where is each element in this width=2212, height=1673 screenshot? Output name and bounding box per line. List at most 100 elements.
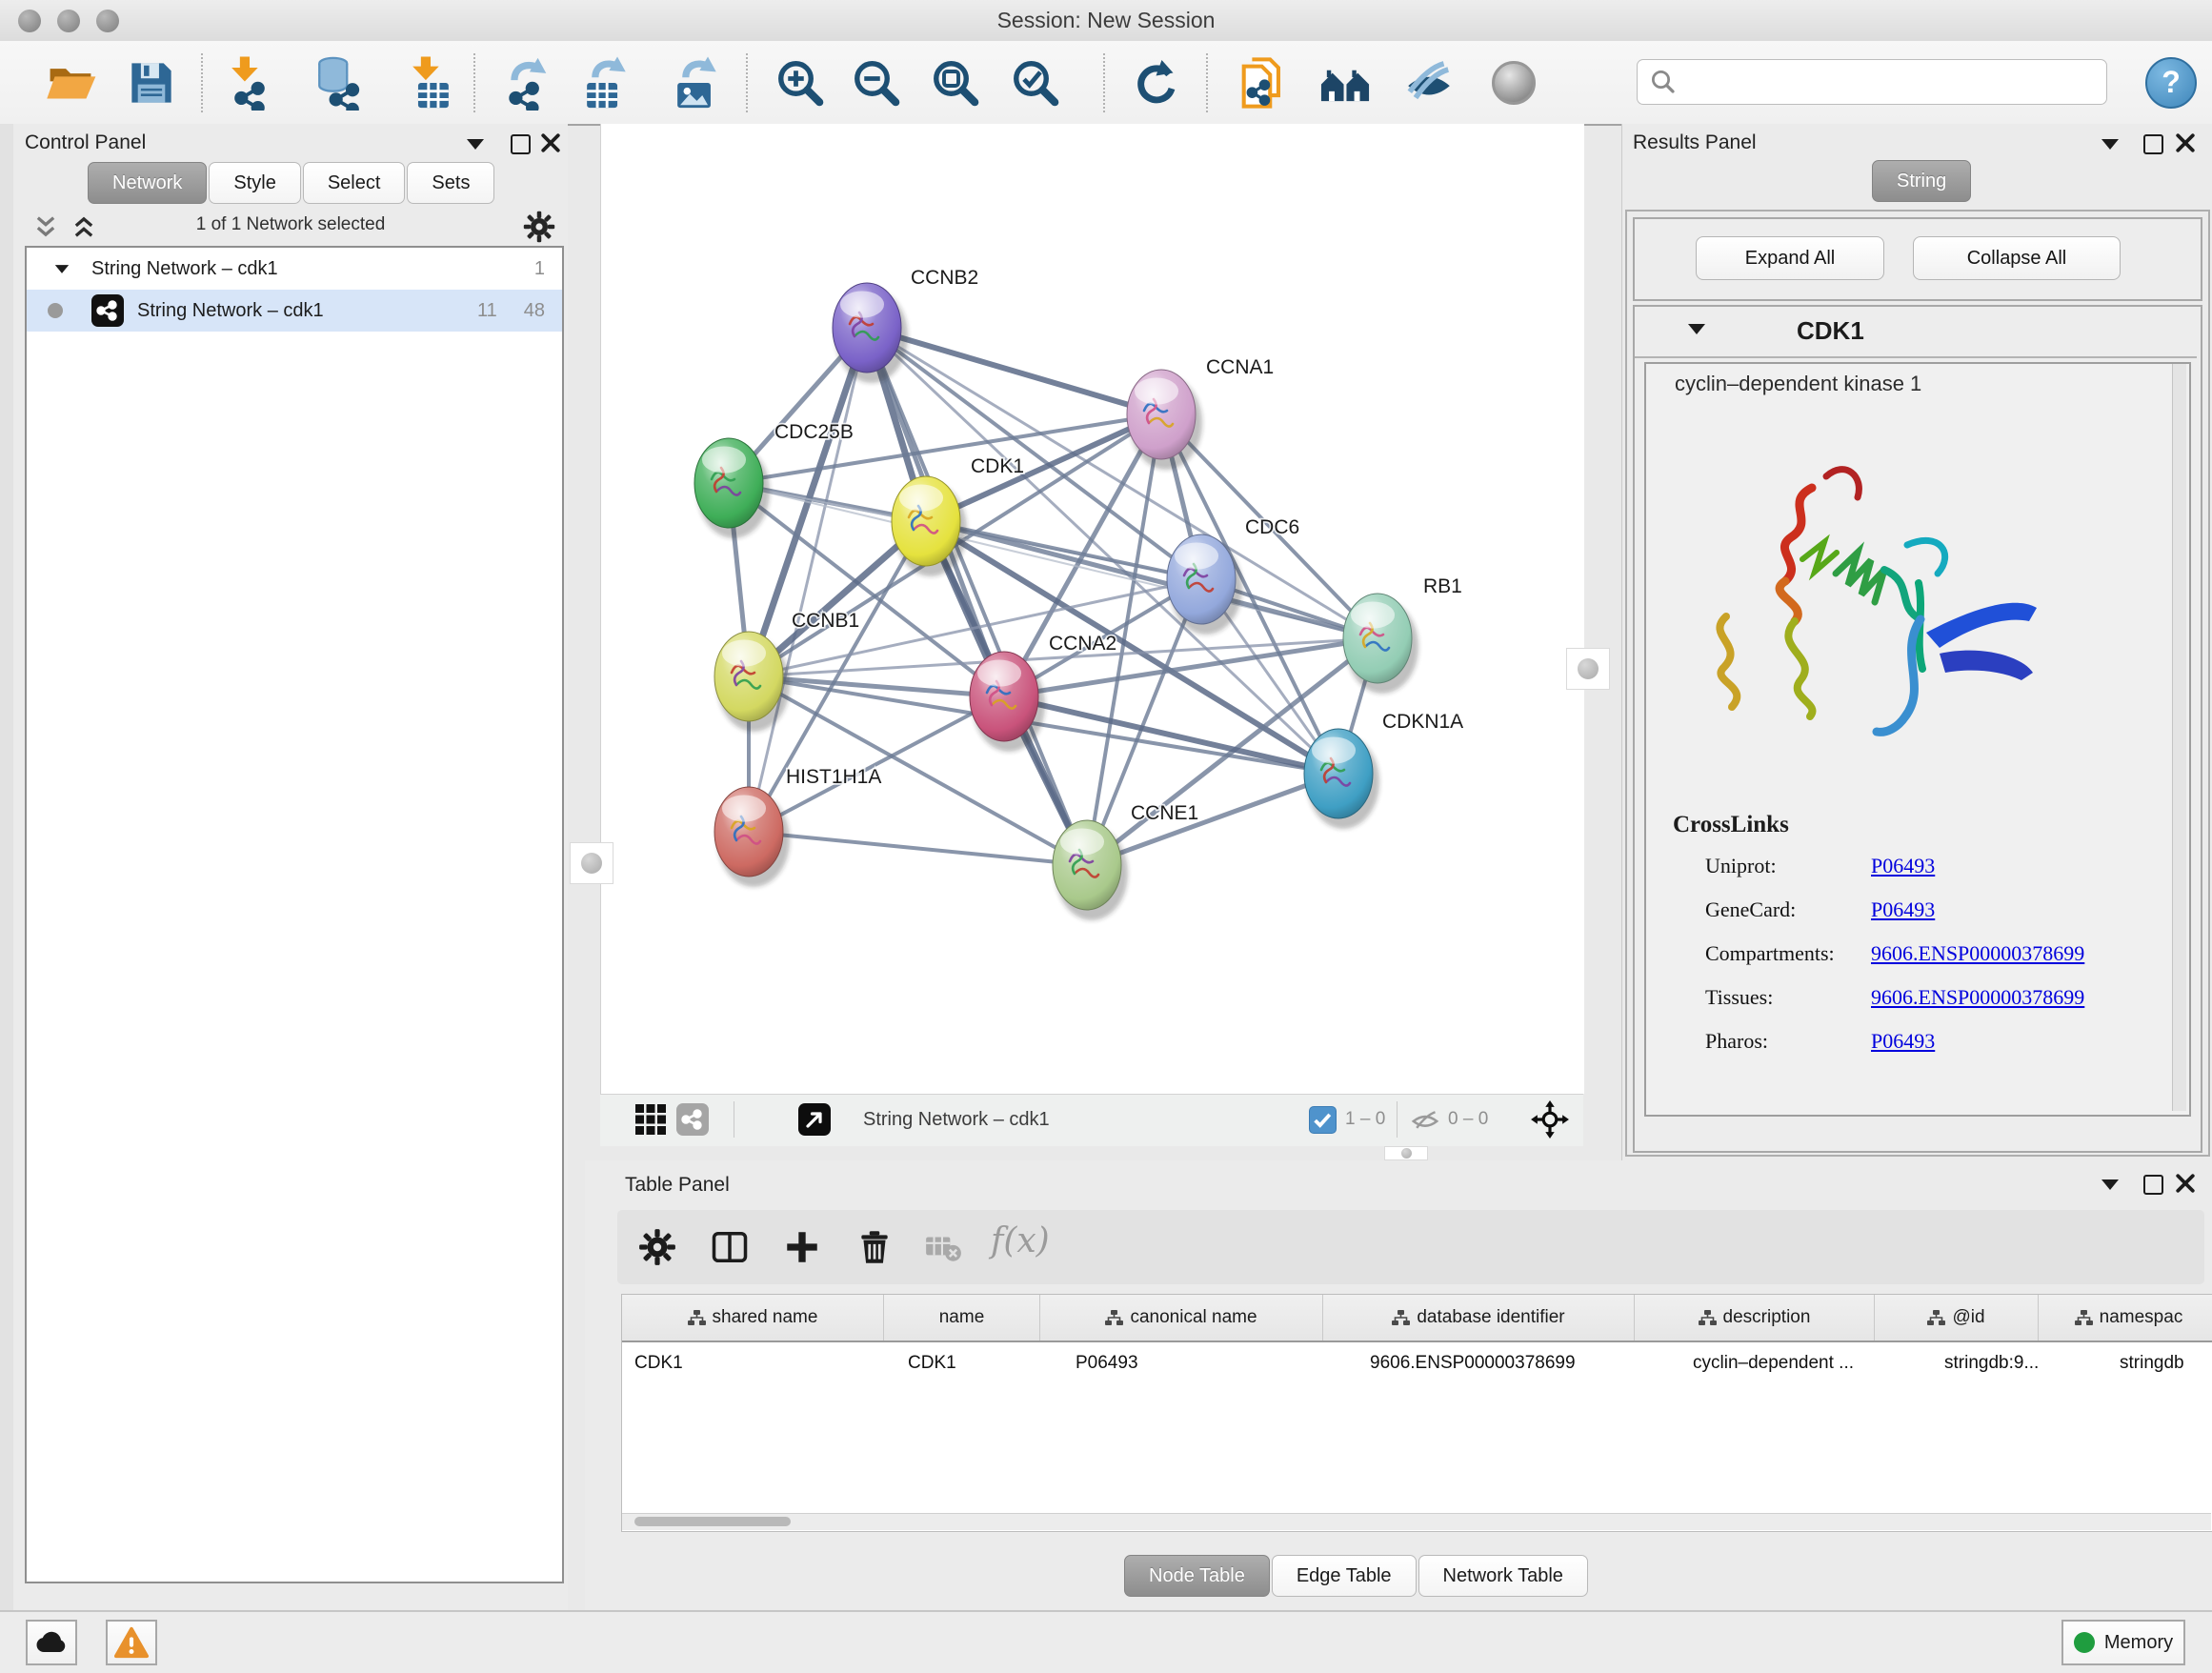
tab-node-table[interactable]: Node Table — [1124, 1555, 1270, 1597]
network-graph[interactable]: CCNB2CCNA1CDC25BCDK1CDC6RB1CCNB1CCNA2CDK… — [601, 124, 1584, 1094]
cloud-status-button[interactable] — [26, 1620, 77, 1665]
show-all-button[interactable] — [1486, 55, 1541, 111]
tree-expand-icon[interactable] — [55, 265, 69, 273]
navbar-separator — [1397, 1101, 1398, 1138]
table-panel-float-icon[interactable] — [2143, 1175, 2163, 1195]
node-HIST1H1A[interactable]: HIST1H1A — [714, 766, 881, 887]
help-button[interactable]: ? — [2145, 57, 2197, 109]
tab-network-table[interactable]: Network Table — [1418, 1555, 1588, 1597]
table-horizontal-scrollbar[interactable] — [622, 1513, 2211, 1530]
function-builder-button[interactable]: f(x) — [991, 1221, 1050, 1260]
results-panel-close-icon[interactable] — [2176, 133, 2195, 152]
warning-status-button[interactable] — [106, 1620, 157, 1665]
node-CDC6[interactable]: CDC6 — [1167, 516, 1299, 635]
collapse-all-chevrons-icon[interactable] — [32, 213, 59, 240]
column-header-name[interactable]: name — [884, 1295, 1040, 1340]
create-column-button[interactable] — [778, 1223, 826, 1271]
network-share-toggle-icon[interactable] — [676, 1103, 709, 1136]
network-canvas[interactable]: CCNB2CCNA1CDC25BCDK1CDC6RB1CCNB1CCNA2CDK… — [600, 124, 1584, 1094]
export-network-icon — [500, 55, 553, 111]
open-session-button[interactable] — [43, 55, 98, 111]
tab-select[interactable]: Select — [303, 162, 406, 204]
collapse-all-button[interactable]: Collapse All — [1913, 236, 2121, 280]
export-table-button[interactable] — [577, 55, 633, 111]
grid-view-icon[interactable] — [634, 1103, 667, 1136]
expand-all-chevrons-icon[interactable] — [70, 213, 97, 240]
results-scrollbar[interactable] — [2172, 364, 2186, 1111]
network-collection-row[interactable]: String Network – cdk1 1 — [27, 248, 562, 290]
houses-button[interactable] — [1317, 55, 1373, 111]
node-CDC25B[interactable]: CDC25B — [694, 421, 854, 538]
right-splitter-handle[interactable] — [1566, 648, 1610, 690]
network-row[interactable]: String Network – cdk1 11 48 — [27, 290, 562, 332]
crosslinks-list: Uniprot:P06493GeneCard:P06493Compartment… — [1705, 854, 2084, 1073]
node-RB1[interactable]: RB1 — [1343, 575, 1462, 694]
crosslink-compartments[interactable]: 9606.ENSP00000378699 — [1871, 941, 2084, 966]
refresh-button[interactable] — [1127, 55, 1182, 111]
import-network-database-button[interactable] — [312, 55, 368, 111]
selected-checkbox[interactable] — [1309, 1106, 1337, 1134]
zoom-out-button[interactable] — [849, 55, 904, 111]
table-settings-button[interactable] — [633, 1223, 681, 1271]
tab-string[interactable]: String — [1872, 160, 1971, 202]
results-panel-float-icon[interactable] — [2143, 134, 2163, 154]
edge-CDK1-RB1[interactable] — [926, 521, 1377, 638]
left-splitter-handle[interactable] — [570, 842, 613, 884]
column-header-database-identifier[interactable]: database identifier — [1323, 1295, 1635, 1340]
save-session-button[interactable] — [124, 55, 179, 111]
zoom-in-button[interactable] — [773, 55, 828, 111]
hide-selected-button[interactable] — [1401, 55, 1457, 111]
crosslink-genecard[interactable]: P06493 — [1871, 897, 1935, 922]
network-options-gear-icon[interactable] — [522, 210, 556, 244]
search-input[interactable] — [1683, 62, 2106, 102]
cell-description: cyclin–dependent ... — [1680, 1342, 1932, 1384]
cdk1-collapse-icon[interactable] — [1688, 324, 1705, 334]
show-columns-button[interactable] — [706, 1223, 754, 1271]
column-label: database identifier — [1417, 1307, 1564, 1328]
edge-CDKN1A-CCNE1[interactable] — [1087, 774, 1338, 865]
control-panel-close-icon[interactable] — [541, 133, 560, 152]
network-document-button[interactable] — [1236, 55, 1291, 111]
import-table-button[interactable] — [403, 55, 458, 111]
edge-CCNB2-HIST1H1A[interactable] — [749, 328, 867, 832]
delete-table-button[interactable] — [919, 1223, 967, 1271]
memory-button[interactable]: Memory — [2061, 1620, 2185, 1665]
tab-sets[interactable]: Sets — [407, 162, 494, 204]
table-row[interactable]: CDK1CDK1P064939606.ENSP00000378699cyclin… — [622, 1342, 2212, 1384]
column-header-canonical-name[interactable]: canonical name — [1040, 1295, 1323, 1340]
column-header-@id[interactable]: @id — [1875, 1295, 2039, 1340]
birds-eye-view-icon[interactable] — [798, 1103, 831, 1136]
cdk1-section-header[interactable] — [1635, 307, 2197, 358]
crosslink-uniprot[interactable]: P06493 — [1871, 854, 1935, 878]
results-panel-collapse-icon[interactable] — [2101, 139, 2119, 150]
table-scrollbar-thumb[interactable] — [634, 1517, 791, 1526]
tab-network[interactable]: Network — [88, 162, 207, 204]
cell-name: CDK1 — [895, 1342, 1063, 1384]
crosslink-tissues[interactable]: 9606.ENSP00000378699 — [1871, 985, 2084, 1010]
node-label-CDC25B: CDC25B — [774, 421, 854, 443]
network-dot-icon — [48, 303, 63, 318]
table-panel-collapse-icon[interactable] — [2101, 1179, 2119, 1190]
control-panel-collapse-icon[interactable] — [467, 139, 484, 150]
status-bar — [0, 1610, 2212, 1673]
column-header-description[interactable]: description — [1635, 1295, 1875, 1340]
import-network-button[interactable] — [222, 55, 277, 111]
network-list: String Network – cdk1 1 String Network –… — [25, 246, 564, 1583]
node-CDKN1A[interactable]: CDKN1A — [1304, 711, 1463, 829]
tab-style[interactable]: Style — [209, 162, 300, 204]
pan-crosshair-icon[interactable] — [1530, 1099, 1570, 1139]
zoom-fit-button[interactable] — [928, 55, 983, 111]
column-header-namespac[interactable]: namespac — [2039, 1295, 2212, 1340]
tab-edge-table[interactable]: Edge Table — [1272, 1555, 1417, 1597]
crosslink-pharos[interactable]: P06493 — [1871, 1029, 1935, 1054]
control-panel-float-icon[interactable] — [511, 134, 531, 154]
node-CCNE1[interactable]: CCNE1 — [1053, 802, 1198, 920]
expand-all-button[interactable]: Expand All — [1696, 236, 1884, 280]
export-image-button[interactable] — [668, 55, 723, 111]
column-header-shared-name[interactable]: shared name — [622, 1295, 884, 1340]
export-network-button[interactable] — [499, 55, 554, 111]
table-panel-close-icon[interactable] — [2176, 1174, 2195, 1193]
bottom-splitter-handle[interactable] — [1384, 1146, 1428, 1160]
zoom-selected-button[interactable] — [1008, 55, 1063, 111]
delete-column-button[interactable] — [851, 1223, 898, 1271]
